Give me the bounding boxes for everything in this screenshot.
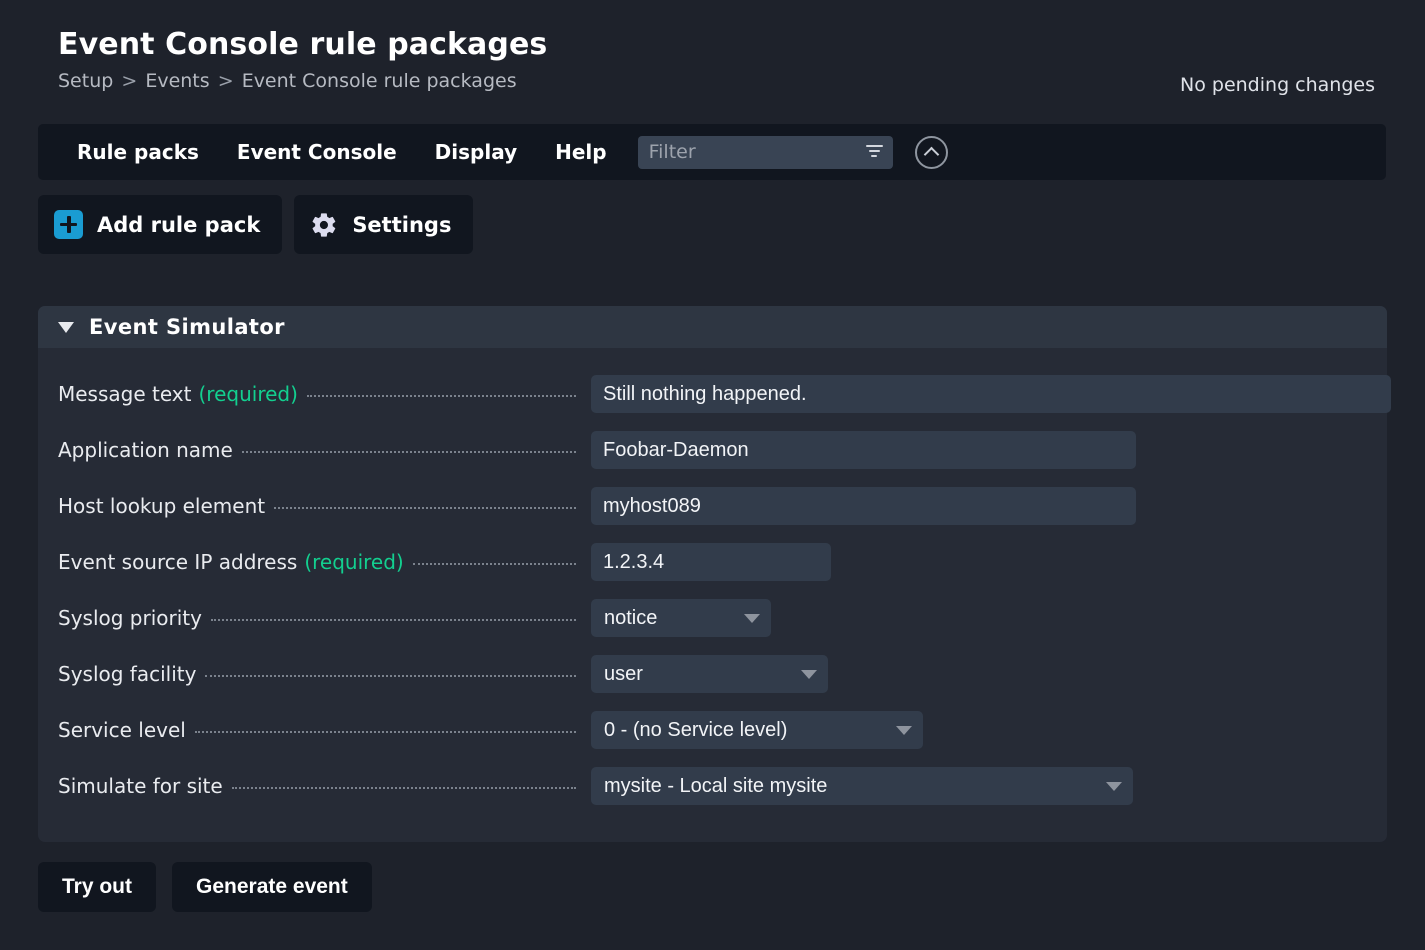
label-event-source-ip: Event source IP address (required): [58, 550, 576, 574]
try-out-button[interactable]: Try out: [38, 862, 157, 912]
event-source-ip-input[interactable]: [591, 543, 831, 581]
syslog-priority-select[interactable]: notice: [591, 599, 771, 637]
triangle-down-icon: [58, 321, 74, 333]
label-text: Syslog facility: [58, 662, 197, 686]
required-marker: (required): [198, 382, 298, 406]
gear-icon: [312, 212, 336, 237]
form-actions: Try out Generate event: [38, 862, 372, 912]
chevron-up-glyph: [923, 146, 939, 162]
filter-container: [637, 135, 893, 169]
page-title: Event Console rule packages: [58, 27, 548, 62]
chevron-down-icon: [744, 613, 760, 623]
chevron-down-icon: [801, 669, 817, 679]
breadcrumb-separator: >: [121, 70, 138, 92]
main-navbar: Rule packs Event Console Display Help: [38, 124, 1386, 180]
breadcrumb-item-current: Event Console rule packages: [241, 70, 517, 92]
nav-item-help[interactable]: Help: [536, 140, 625, 164]
label-text: Service level: [58, 718, 186, 742]
event-simulator-form: Message text (required) Application name…: [38, 348, 1391, 842]
form-row-host-lookup-element: Host lookup element: [38, 478, 1387, 534]
dotted-leader: [412, 563, 576, 565]
event-simulator-title: Event Simulator: [89, 315, 285, 339]
settings-label: Settings: [352, 212, 452, 237]
action-toolbar: Add rule pack Settings: [38, 195, 474, 254]
control-message-text: [576, 375, 1391, 413]
label-service-level: Service level: [58, 718, 576, 742]
label-text: Message text: [58, 382, 192, 406]
event-simulator-header[interactable]: Event Simulator: [38, 306, 1387, 348]
control-application-name: [576, 431, 1136, 469]
control-syslog-priority: notice: [576, 599, 771, 637]
event-simulator-card: Event Simulator Message text (required) …: [38, 306, 1391, 842]
settings-button[interactable]: Settings: [294, 195, 474, 254]
dotted-leader: [274, 507, 576, 509]
label-host-lookup-element: Host lookup element: [58, 494, 576, 518]
simulate-for-site-select[interactable]: mysite - Local site mysite: [591, 767, 1133, 805]
add-rule-pack-label: Add rule pack: [97, 212, 261, 237]
chevron-down-icon: [896, 725, 912, 735]
label-simulate-for-site: Simulate for site: [58, 774, 576, 798]
control-host-lookup-element: [576, 487, 1136, 525]
chevron-up-circle-icon[interactable]: [914, 135, 948, 169]
application-name-input[interactable]: [591, 431, 1136, 469]
label-message-text: Message text (required): [58, 382, 576, 406]
label-text: Syslog priority: [58, 606, 202, 630]
generate-event-button[interactable]: Generate event: [172, 862, 372, 912]
syslog-priority-value: notice: [604, 606, 658, 629]
form-row-syslog-priority: Syslog priority notice: [38, 590, 1387, 646]
simulate-for-site-value: mysite - Local site mysite: [604, 774, 828, 797]
dotted-leader: [210, 619, 576, 621]
breadcrumb-item-setup[interactable]: Setup: [58, 70, 113, 92]
breadcrumb-item-events[interactable]: Events: [145, 70, 209, 92]
host-lookup-element-input[interactable]: [591, 487, 1136, 525]
control-simulate-for-site: mysite - Local site mysite: [576, 767, 1133, 805]
nav-item-event-console[interactable]: Event Console: [218, 140, 416, 164]
label-text: Host lookup element: [58, 494, 266, 518]
label-text: Simulate for site: [58, 774, 223, 798]
label-text: Application name: [58, 438, 233, 462]
form-row-syslog-facility: Syslog facility user: [38, 646, 1387, 702]
breadcrumb-separator: >: [217, 70, 234, 92]
form-row-event-source-ip: Event source IP address (required): [38, 534, 1387, 590]
label-syslog-facility: Syslog facility: [58, 662, 576, 686]
label-application-name: Application name: [58, 438, 576, 462]
control-service-level: 0 - (no Service level): [576, 711, 923, 749]
form-row-service-level: Service level 0 - (no Service level): [38, 702, 1387, 758]
dotted-leader: [194, 731, 576, 733]
control-event-source-ip: [576, 543, 831, 581]
label-syslog-priority: Syslog priority: [58, 606, 576, 630]
plus-icon: [54, 210, 83, 239]
syslog-facility-value: user: [604, 662, 643, 685]
syslog-facility-select[interactable]: user: [591, 655, 828, 693]
form-row-simulate-for-site: Simulate for site mysite - Local site my…: [38, 758, 1387, 814]
nav-item-rule-packs[interactable]: Rule packs: [58, 140, 218, 164]
service-level-value: 0 - (no Service level): [604, 718, 788, 741]
control-syslog-facility: user: [576, 655, 828, 693]
dotted-leader: [306, 395, 576, 397]
message-text-input[interactable]: [591, 375, 1391, 413]
required-marker: (required): [304, 550, 404, 574]
breadcrumb: Setup > Events > Event Console rule pack…: [58, 68, 1375, 94]
nav-item-display[interactable]: Display: [416, 140, 536, 164]
label-text: Event source IP address: [58, 550, 298, 574]
pending-changes-status: No pending changes: [1180, 74, 1375, 96]
page-header: Event Console rule packages Setup > Even…: [0, 0, 1425, 124]
dotted-leader: [205, 675, 576, 677]
dotted-leader: [241, 451, 576, 453]
add-rule-pack-button[interactable]: Add rule pack: [38, 195, 283, 254]
search-input[interactable]: [637, 135, 893, 169]
form-row-message-text: Message text (required): [38, 366, 1391, 422]
service-level-select[interactable]: 0 - (no Service level): [591, 711, 923, 749]
form-row-application-name: Application name: [38, 422, 1387, 478]
dotted-leader: [231, 787, 576, 789]
chevron-down-icon: [1106, 781, 1122, 791]
